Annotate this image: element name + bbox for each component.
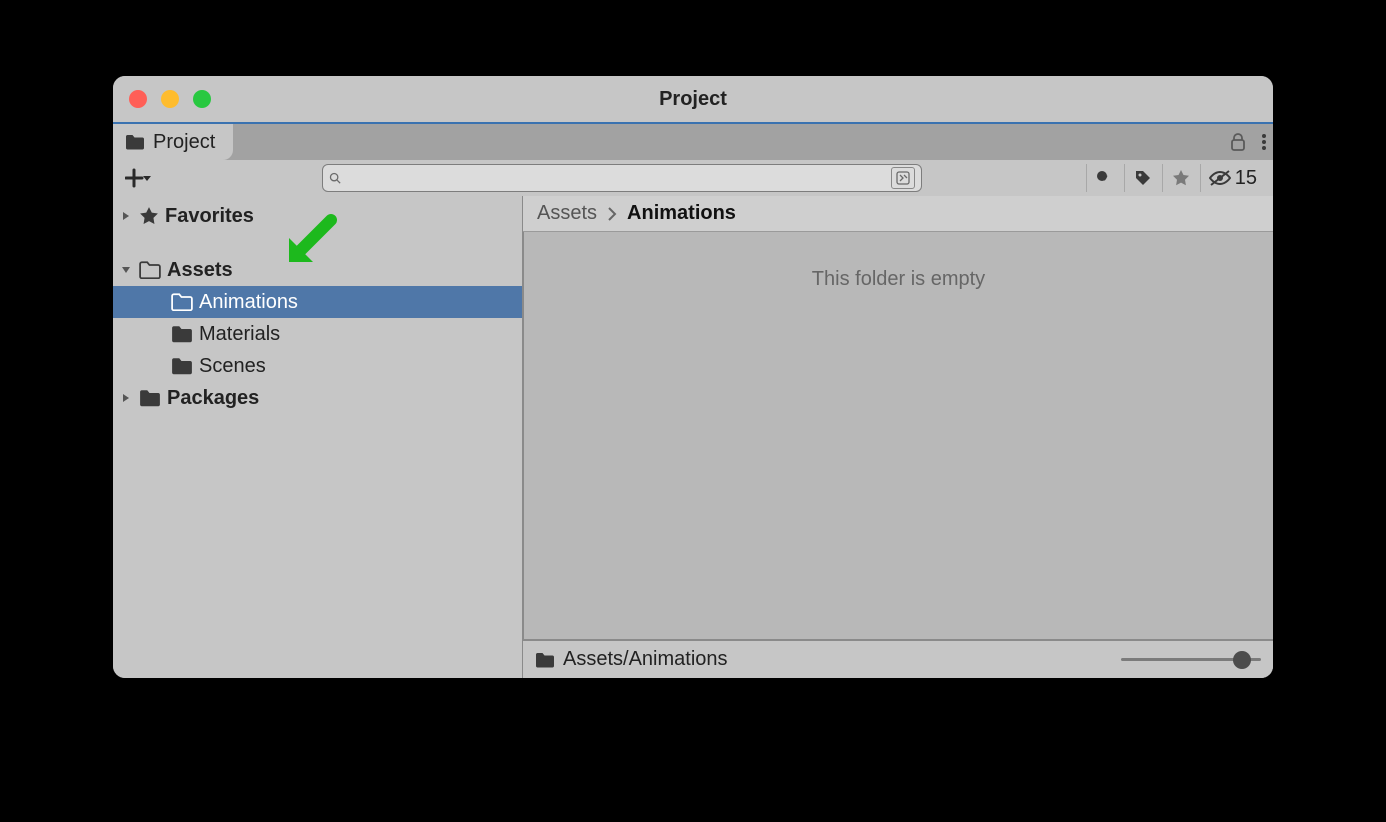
hidden-icon: [1209, 170, 1231, 186]
folder-icon: [125, 134, 145, 150]
breadcrumb-root[interactable]: Assets: [537, 202, 597, 225]
folder-contents[interactable]: This folder is empty: [523, 232, 1273, 640]
search-input[interactable]: [322, 164, 922, 192]
favorite-filter-button[interactable]: [1162, 164, 1200, 192]
packages-label: Packages: [167, 387, 259, 410]
slider-thumb[interactable]: [1233, 651, 1251, 669]
packages-row[interactable]: Packages: [113, 382, 522, 414]
panel-tab-strip: Project: [113, 122, 1273, 160]
assets-disclosure-icon[interactable]: [119, 265, 133, 275]
footer-path: Assets/Animations: [563, 648, 728, 671]
empty-folder-message: This folder is empty: [812, 268, 985, 639]
folder-icon: [139, 389, 161, 407]
hidden-count-label: 15: [1235, 167, 1257, 190]
panel-header-actions: [1229, 124, 1267, 160]
project-tab[interactable]: Project: [113, 124, 233, 160]
thumbnail-size-slider[interactable]: [1121, 648, 1261, 672]
tree-item-label: Scenes: [199, 355, 266, 378]
folder-icon: [171, 325, 193, 343]
project-tree[interactable]: Favorites Assets Animations: [113, 196, 523, 678]
star-icon: [139, 206, 159, 226]
content-footer: Assets/Animations: [523, 640, 1273, 678]
folder-icon: [535, 652, 555, 668]
favorites-disclosure-icon[interactable]: [119, 211, 133, 221]
annotation-arrow-icon: [281, 214, 341, 270]
breadcrumb: Assets Animations: [523, 196, 1273, 232]
more-icon[interactable]: [1261, 132, 1267, 152]
assets-label: Assets: [167, 259, 233, 282]
breadcrumb-current[interactable]: Animations: [627, 202, 736, 225]
titlebar: Project: [113, 76, 1273, 122]
packages-disclosure-icon[interactable]: [119, 393, 133, 403]
folder-icon: [171, 357, 193, 375]
tree-item-label: Materials: [199, 323, 280, 346]
favorites-label: Favorites: [165, 205, 254, 228]
folder-outline-icon: [171, 293, 193, 311]
tree-item-label: Animations: [199, 291, 298, 314]
chevron-right-icon: [607, 207, 617, 221]
folder-icon: [139, 261, 161, 279]
search-icon: [329, 172, 341, 184]
content-pane: Assets Animations This folder is empty A…: [523, 196, 1273, 678]
search-field[interactable]: [347, 170, 885, 186]
search-container: [165, 164, 1080, 192]
filter-type-button[interactable]: [1086, 164, 1124, 192]
tree-item-scenes[interactable]: Scenes: [113, 350, 522, 382]
project-window: Project Project: [113, 76, 1273, 678]
search-shortcut-icon[interactable]: [891, 167, 915, 189]
window-title: Project: [113, 88, 1273, 111]
toolbar-buttons: 15: [1086, 164, 1265, 192]
lock-icon[interactable]: [1229, 132, 1247, 152]
panel-body: Favorites Assets Animations: [113, 196, 1273, 678]
project-tab-label: Project: [153, 131, 215, 154]
tree-item-materials[interactable]: Materials: [113, 318, 522, 350]
filter-label-button[interactable]: [1124, 164, 1162, 192]
hidden-items-toggle[interactable]: 15: [1200, 164, 1265, 192]
add-dropdown-button[interactable]: [121, 167, 159, 189]
toolbar: 15: [113, 160, 1273, 196]
tree-item-animations[interactable]: Animations: [113, 286, 522, 318]
